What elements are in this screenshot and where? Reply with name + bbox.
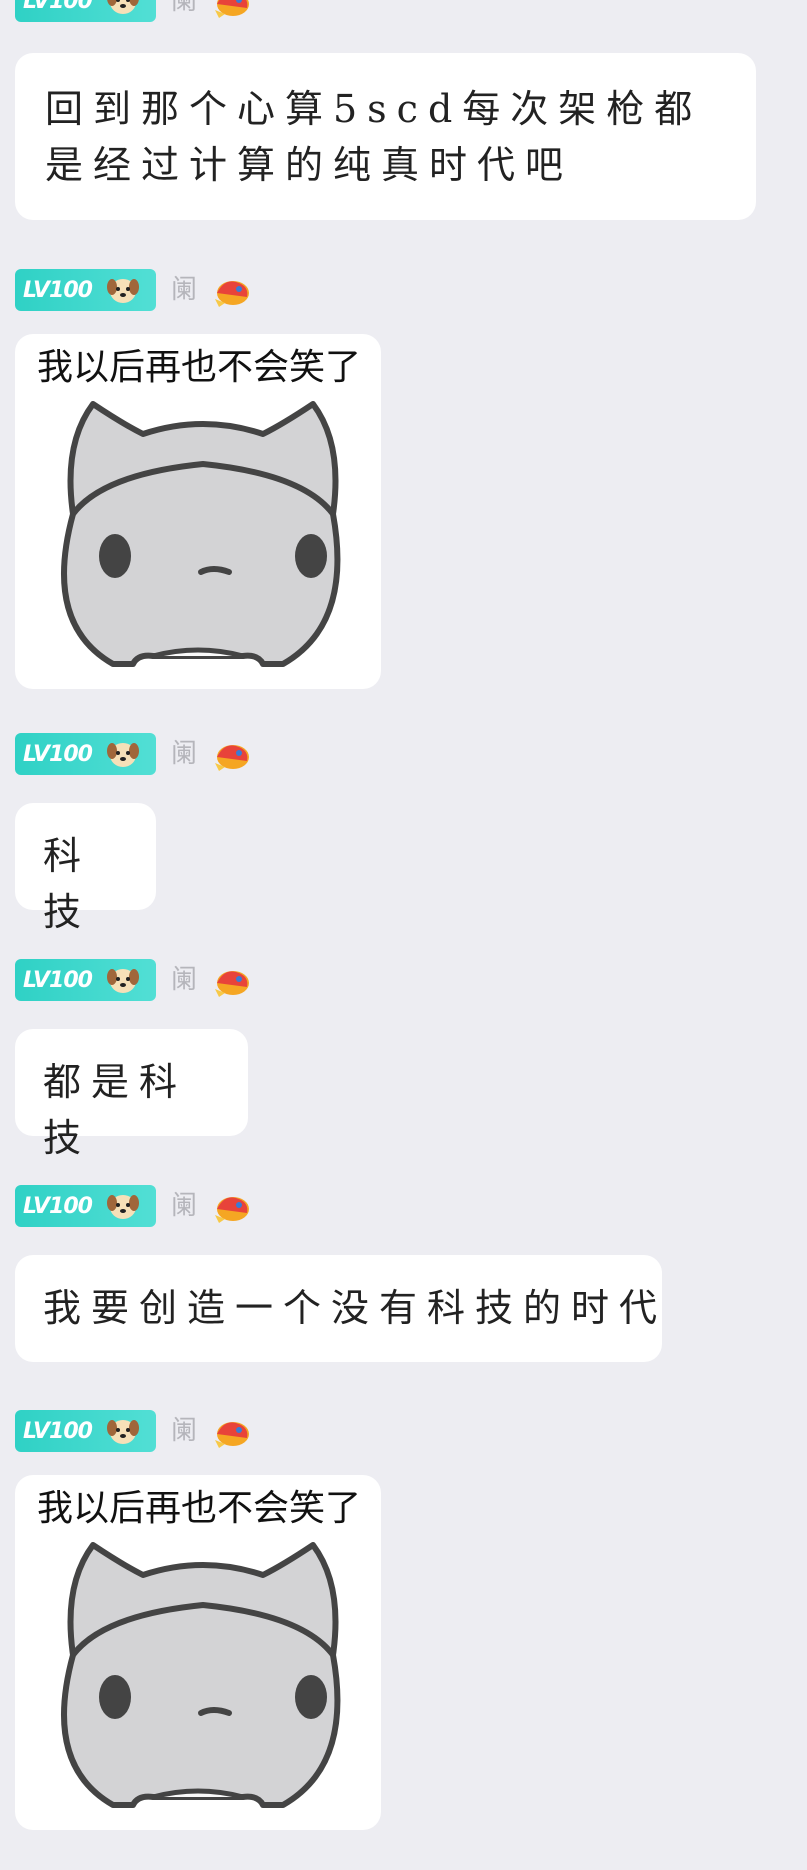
level-badge: LV100 — [15, 269, 156, 311]
level-text: LV100 — [23, 967, 93, 993]
dog-face-icon — [106, 279, 139, 303]
sender-mark: 阑 — [171, 1191, 198, 1221]
sender-mark: 阑 — [171, 0, 198, 16]
level-badge: LV100 — [15, 1185, 156, 1227]
cat-sticker-image — [61, 1542, 341, 1808]
dog-face-icon — [106, 743, 139, 767]
dragon-icon — [215, 1197, 250, 1223]
message-text: 都是科技 — [43, 1060, 188, 1160]
level-text: LV100 — [23, 741, 93, 767]
chat-bubble[interactable]: 科技 — [15, 803, 156, 934]
level-text: LV100 — [23, 277, 93, 303]
level-text: LV100 — [23, 1418, 93, 1444]
message-text: 回到那个心算5scd每次架枪都是经过计算的纯真时代吧 — [45, 87, 703, 187]
sender-meta-row: LV100 阑 — [15, 1410, 255, 1452]
sender-mark: 阑 — [171, 275, 198, 305]
level-badge: LV100 — [15, 0, 156, 22]
dragon-icon — [215, 0, 250, 18]
level-badge: LV100 — [15, 1410, 156, 1452]
dog-face-icon — [106, 1195, 139, 1219]
level-badge: LV100 — [15, 959, 156, 1001]
dog-face-icon — [106, 969, 139, 993]
dragon-icon — [215, 281, 250, 307]
sender-meta-row: LV100 阑 — [15, 959, 255, 1001]
level-badge: LV100 — [15, 733, 156, 775]
dragon-icon — [215, 745, 250, 771]
sender-mark: 阑 — [171, 965, 198, 995]
message-text: 我要创造一个没有科技的时代 — [43, 1286, 668, 1330]
sender-meta-row: LV100 阑 — [15, 1185, 255, 1227]
sticker-bubble[interactable]: 我以后再也不会笑了 — [15, 1475, 381, 1830]
message-text: 科技 — [43, 834, 92, 934]
sender-meta-row: LV100 阑 — [15, 269, 255, 311]
chat-bubble[interactable]: 回到那个心算5scd每次架枪都是经过计算的纯真时代吧 — [15, 53, 756, 220]
sender-meta-row: LV100 阑 — [15, 733, 255, 775]
dragon-icon — [215, 971, 250, 997]
chat-bubble[interactable]: 都是科技 — [15, 1029, 248, 1160]
sticker-bubble[interactable]: 我以后再也不会笑了 — [15, 334, 381, 689]
dog-face-icon — [106, 1420, 139, 1444]
sender-mark: 阑 — [171, 1416, 198, 1446]
sender-mark: 阑 — [171, 739, 198, 769]
level-text: LV100 — [23, 1193, 93, 1219]
chat-bubble[interactable]: 我要创造一个没有科技的时代 — [15, 1255, 662, 1362]
sender-meta-row: LV100 阑 — [15, 0, 255, 22]
level-text: LV100 — [23, 0, 93, 14]
cat-sticker-image — [61, 401, 341, 667]
dragon-icon — [215, 1422, 250, 1448]
dog-face-icon — [107, 0, 139, 14]
